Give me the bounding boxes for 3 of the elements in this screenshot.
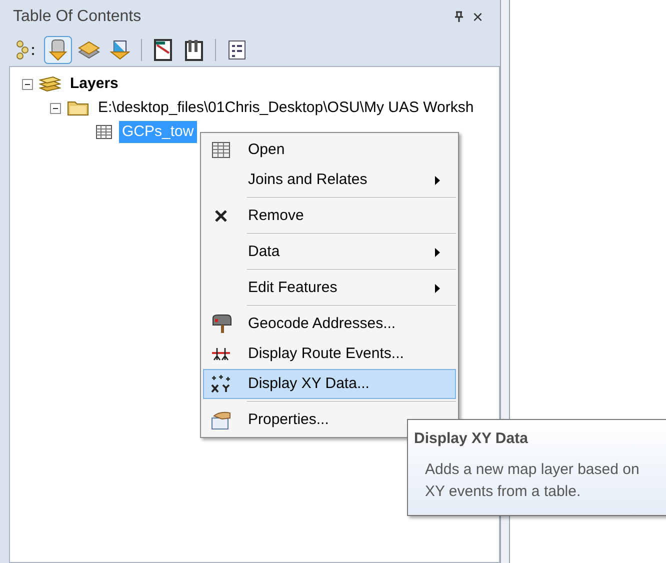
panel-title: Table Of Contents	[13, 7, 142, 27]
tooltip-title: Display XY Data	[414, 429, 529, 449]
tooltip-text: Adds a new map layer based on XY events from a table.	[424, 460, 640, 502]
